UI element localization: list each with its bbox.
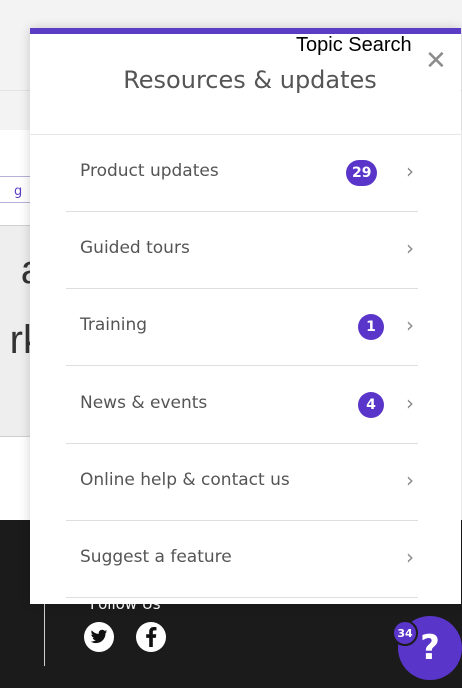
menu-item-label: News & events <box>80 393 208 413</box>
menu-item-label: Suggest a feature <box>80 547 232 567</box>
chevron-right-icon: › <box>406 313 414 337</box>
chevron-right-icon: › <box>406 159 414 183</box>
panel-title: Resources & updates <box>123 66 377 94</box>
menu-item-online-help[interactable]: Online help & contact us › <box>66 444 418 521</box>
menu-item-product-updates[interactable]: Product updates 29 › <box>66 135 418 212</box>
background-divider <box>0 202 34 203</box>
chevron-right-icon: › <box>406 545 414 569</box>
chevron-right-icon: › <box>406 391 414 415</box>
count-badge: 4 <box>358 392 384 418</box>
menu-item-label: Guided tours <box>80 238 190 258</box>
topic-search-label[interactable]: Topic Search <box>296 34 412 57</box>
count-badge: 29 <box>346 160 378 186</box>
menu-item-label: Online help & contact us <box>80 470 290 490</box>
menu-item-training[interactable]: Training 1 › <box>66 289 418 366</box>
chevron-right-icon: › <box>406 468 414 492</box>
background-link-fragment[interactable]: g <box>0 183 34 201</box>
chevron-right-icon: › <box>406 236 414 260</box>
count-badge: 1 <box>358 314 384 340</box>
twitter-icon[interactable] <box>84 622 114 652</box>
question-icon: ? <box>420 628 440 668</box>
menu-item-label: Product updates <box>80 161 219 181</box>
menu-item-guided-tours[interactable]: Guided tours › <box>66 212 418 289</box>
background-divider <box>0 176 34 177</box>
menu-item-suggest-feature[interactable]: Suggest a feature › <box>66 521 418 598</box>
menu-item-news-events[interactable]: News & events 4 › <box>66 367 418 444</box>
menu-item-label: Training <box>80 315 148 335</box>
help-notification-badge: 34 <box>392 620 418 646</box>
facebook-icon[interactable] <box>136 622 166 652</box>
